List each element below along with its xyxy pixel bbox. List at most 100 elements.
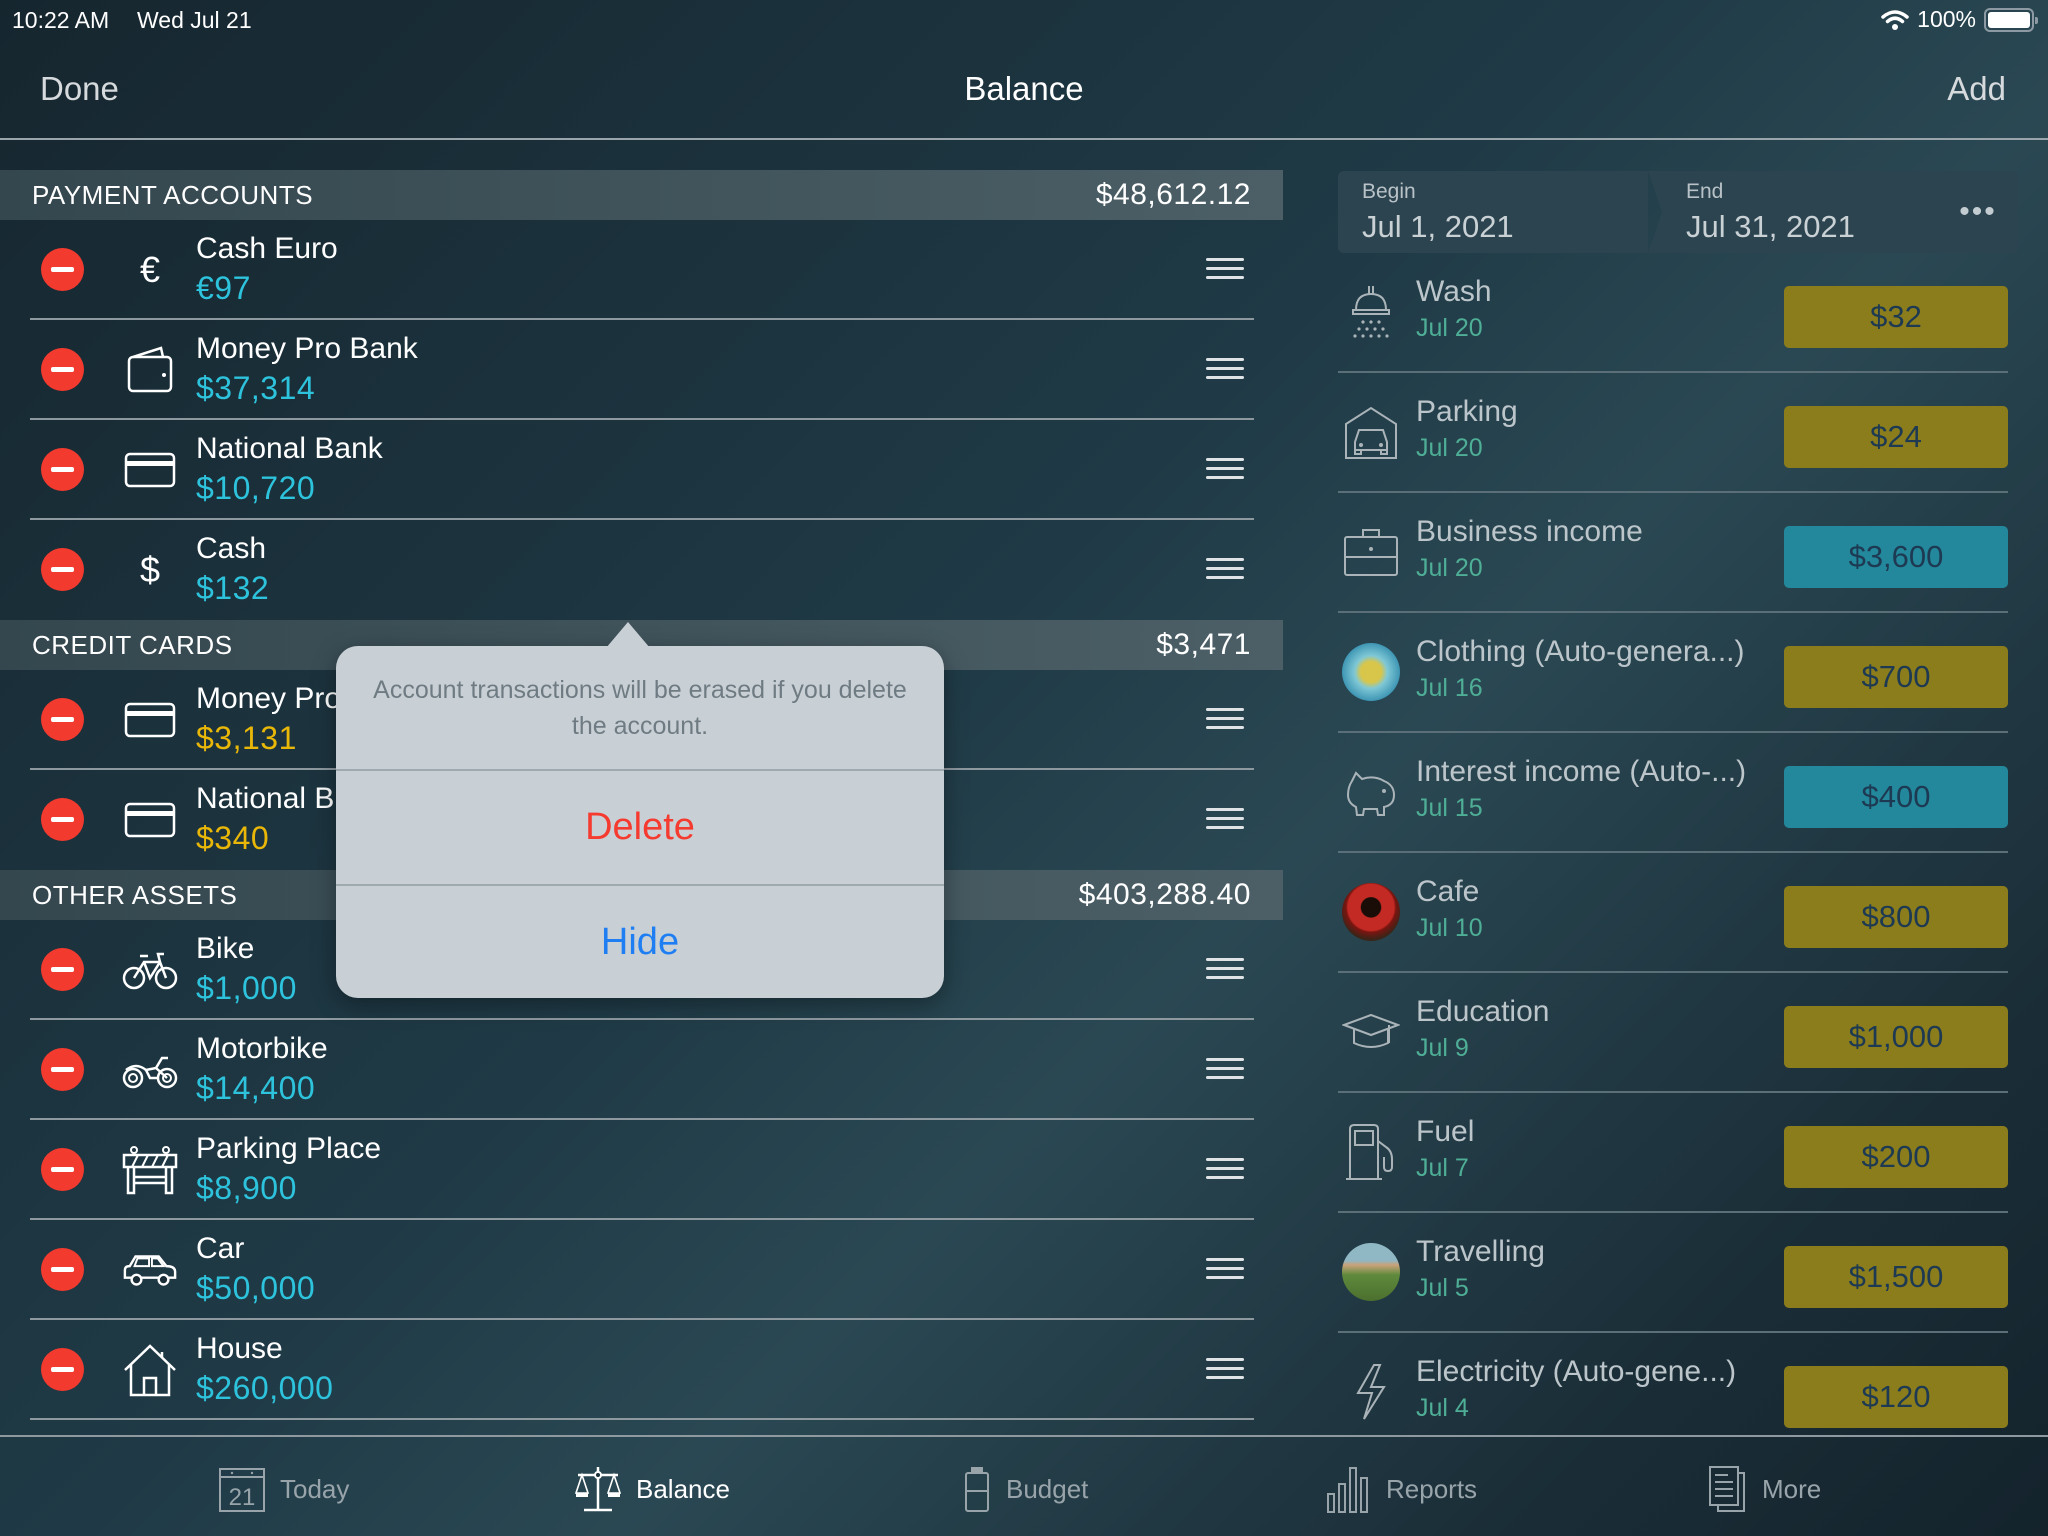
account-row[interactable]: Money Pro Bank $37,314 [30, 320, 1254, 420]
account-name: Money Pro Bank [196, 332, 418, 365]
dollar-icon: $ [139, 549, 161, 590]
account-name: Cash Euro [196, 232, 338, 265]
tab-balance[interactable]: Balance [574, 1465, 730, 1513]
reorder-handle[interactable] [1206, 1258, 1244, 1282]
account-row[interactable]: Car $50,000 [30, 1220, 1254, 1320]
account-name: National B [196, 782, 335, 815]
end-date-button[interactable]: End Jul 31, 2021 [1648, 171, 1945, 253]
section-title: CREDIT CARDS [32, 629, 233, 660]
account-row[interactable]: House $260,000 [30, 1320, 1254, 1420]
period-selector: Begin Jul 1, 2021 End Jul 31, 2021 ••• [1338, 171, 2018, 253]
account-name: Car [196, 1232, 245, 1265]
transaction-date: Jul 5 [1416, 1274, 1469, 1302]
scales-icon [574, 1467, 622, 1512]
transaction-amount: $800 [1784, 886, 2008, 948]
documents-icon [1709, 1466, 1745, 1512]
transaction-row[interactable]: Cafe Jul 10 $800 [1338, 853, 2008, 973]
transaction-date: Jul 20 [1416, 434, 1483, 462]
delete-account-button[interactable] [41, 1248, 84, 1291]
transaction-name: Fuel [1416, 1115, 1475, 1148]
delete-account-button[interactable] [41, 248, 84, 291]
delete-account-button[interactable] [41, 1148, 84, 1191]
battery-percent: 100% [1917, 6, 1976, 32]
section-header-payment-accounts: PAYMENT ACCOUNTS $48,612.12 [0, 170, 1283, 220]
reorder-handle[interactable] [1206, 808, 1244, 832]
reorder-handle[interactable] [1206, 1058, 1244, 1082]
tab-reports[interactable]: Reports [1326, 1465, 1477, 1513]
reorder-handle[interactable] [1206, 558, 1244, 582]
delete-account-button[interactable] [41, 798, 84, 841]
reorder-handle[interactable] [1206, 1158, 1244, 1182]
section-total: $3,471 [1156, 628, 1251, 661]
section-title: PAYMENT ACCOUNTS [32, 179, 314, 210]
calendar-icon: 21 [219, 1468, 265, 1512]
reorder-handle[interactable] [1206, 958, 1244, 982]
transaction-row[interactable]: Travelling Jul 5 $1,500 [1338, 1213, 2008, 1333]
transaction-row[interactable]: Business income Jul 20 $3,600 [1338, 493, 2008, 613]
account-row[interactable]: Motorbike $14,400 [30, 1020, 1254, 1120]
delete-account-button[interactable] [41, 348, 84, 391]
landscape-photo [1342, 1243, 1400, 1301]
account-name: Bike [196, 932, 255, 965]
status-right: 100% [1881, 6, 2038, 33]
account-amount: $10,720 [196, 470, 316, 506]
section-total: $48,612.12 [1095, 178, 1251, 211]
card-icon [122, 692, 178, 748]
more-options-button[interactable]: ••• [1938, 171, 2018, 253]
transaction-row[interactable]: Clothing (Auto-genera...) Jul 16 $700 [1338, 613, 2008, 733]
transaction-date: Jul 10 [1416, 914, 1483, 942]
piggy-bank-icon [1342, 763, 1400, 821]
reorder-handle[interactable] [1206, 1358, 1244, 1382]
account-amount: $1,000 [196, 970, 297, 1006]
account-amount: $3,131 [196, 720, 297, 756]
popover-message: Account transactions will be erased if y… [373, 676, 907, 740]
transaction-name: Cafe [1416, 875, 1480, 908]
account-amount: $132 [196, 570, 270, 606]
hide-button[interactable]: Hide [336, 886, 944, 998]
delete-button[interactable]: Delete [336, 771, 944, 884]
account-row[interactable]: Parking Place $8,900 [30, 1120, 1254, 1220]
wallet-icon [122, 342, 178, 398]
begin-date-button[interactable]: Begin Jul 1, 2021 [1338, 171, 1648, 253]
delete-account-button[interactable] [41, 698, 84, 741]
delete-account-button[interactable] [41, 1348, 84, 1391]
transactions-pane: Begin Jul 1, 2021 End Jul 31, 2021 ••• W… [1338, 171, 2018, 1453]
transaction-date: Jul 7 [1416, 1154, 1469, 1182]
delete-account-button[interactable] [41, 948, 84, 991]
transaction-row[interactable]: Parking Jul 20 $24 [1338, 373, 2008, 493]
status-bar: 10:22 AM Wed Jul 21 100% [0, 0, 2048, 40]
tab-more[interactable]: More [1708, 1465, 1821, 1513]
transaction-name: Education [1416, 995, 1550, 1028]
account-name: Parking Place [196, 1132, 382, 1165]
tab-budget[interactable]: Budget [962, 1465, 1088, 1513]
tab-today[interactable]: 21 Today [218, 1465, 349, 1513]
transaction-row[interactable]: Education Jul 9 $1,000 [1338, 973, 2008, 1093]
transaction-amount: $700 [1784, 646, 2008, 708]
account-amount: $8,900 [196, 1170, 297, 1206]
add-button[interactable]: Add [1947, 70, 2006, 108]
fuel-pump-icon [1342, 1123, 1400, 1181]
tab-label: More [1762, 1473, 1822, 1504]
account-row[interactable]: € Cash Euro €97 [30, 220, 1254, 320]
account-row[interactable]: National Bank $10,720 [30, 420, 1254, 520]
transaction-row[interactable]: Fuel Jul 7 $200 [1338, 1093, 2008, 1213]
section-total: $403,288.40 [1078, 878, 1251, 911]
reorder-handle[interactable] [1206, 708, 1244, 732]
reorder-handle[interactable] [1206, 458, 1244, 482]
page-title: Balance [964, 70, 1084, 107]
transaction-row[interactable]: Wash Jul 20 $32 [1338, 253, 2008, 373]
account-amount: $37,314 [196, 370, 316, 406]
popover-arrow [606, 622, 650, 648]
end-value: Jul 31, 2021 [1686, 209, 1855, 244]
transaction-row[interactable]: Interest income (Auto-...) Jul 15 $400 [1338, 733, 2008, 853]
transaction-amount: $3,600 [1784, 526, 2008, 588]
delete-account-button[interactable] [41, 448, 84, 491]
end-label: End [1686, 180, 1724, 203]
delete-account-button[interactable] [41, 548, 84, 591]
delete-account-button[interactable] [41, 1048, 84, 1091]
reorder-handle[interactable] [1206, 258, 1244, 282]
transaction-list: Wash Jul 20 $32 Parking Jul 20 $24 Busin… [1338, 253, 2018, 1453]
reorder-handle[interactable] [1206, 358, 1244, 382]
transaction-date: Jul 20 [1416, 314, 1483, 342]
account-row[interactable]: $ Cash $132 [30, 520, 1254, 620]
